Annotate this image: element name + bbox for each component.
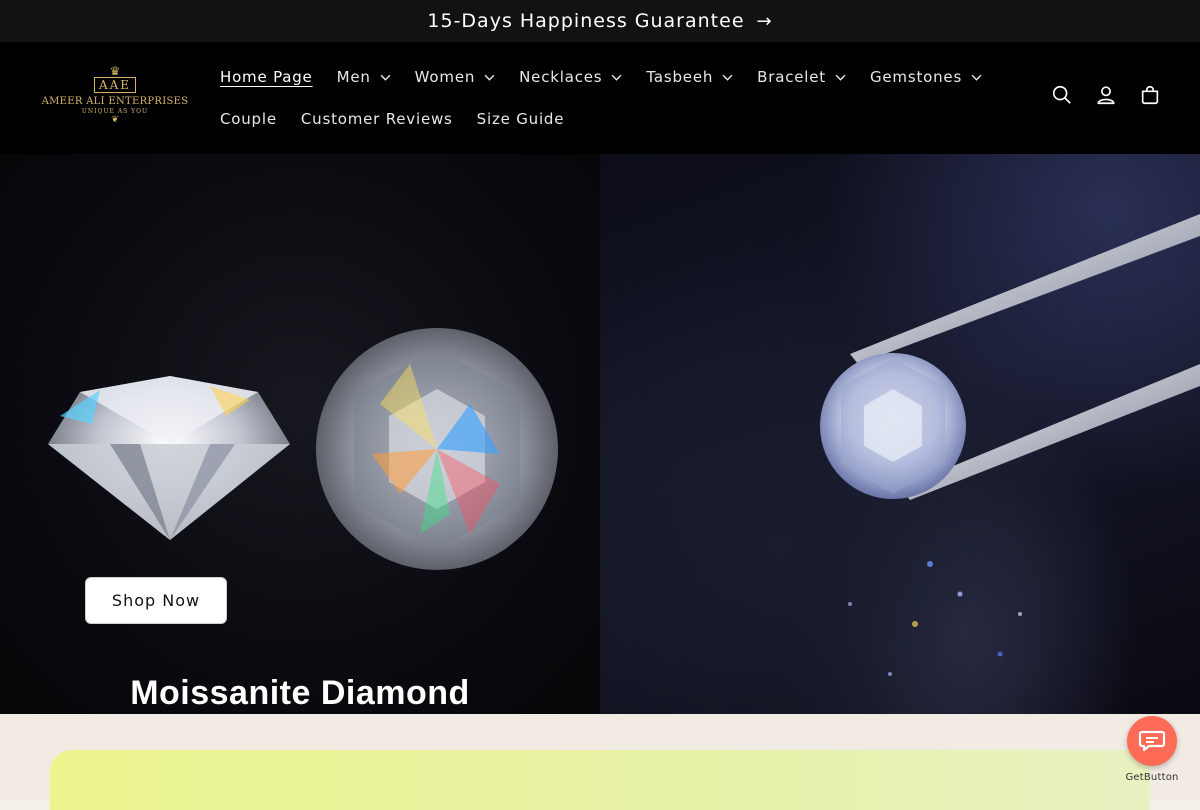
main-nav-row-2: Couple Customer Reviews Size Guide [208, 108, 576, 130]
search-button[interactable] [1050, 83, 1074, 107]
cart-icon [1141, 86, 1159, 105]
nav-label: Home Page [220, 68, 313, 86]
header-icons [1050, 83, 1162, 107]
chevron-down-icon [722, 74, 733, 81]
cart-button[interactable] [1138, 83, 1162, 107]
nav-item-customer-reviews[interactable]: Customer Reviews [289, 108, 465, 130]
site-logo[interactable]: ♛ AAE AMEER ALI ENTERPRISES UNIQUE AS YO… [42, 58, 189, 132]
account-icon [1097, 86, 1115, 105]
chat-button[interactable] [1127, 716, 1177, 766]
nav-label: Couple [220, 110, 277, 128]
nav-item-bracelet[interactable]: Bracelet [745, 66, 858, 88]
crown-icon: ♛ [109, 64, 121, 78]
logo-tagline: UNIQUE AS YOU [81, 108, 149, 115]
main-nav-row-1: Home Page Men Women Necklaces Tasbeeh Br… [208, 66, 994, 88]
shop-now-button[interactable]: Shop Now [85, 577, 227, 624]
getbutton-link[interactable]: GetButton [1112, 772, 1192, 783]
featured-section [0, 714, 1200, 810]
nav-label: Men [336, 68, 371, 86]
logo-monogram: AAE [93, 77, 137, 93]
tweezers-diamond-illustration [820, 214, 1200, 676]
ornament-icon: ❦ [111, 115, 119, 125]
hero-right-image [600, 154, 1200, 714]
logo-brand-name: AMEER ALI ENTERPRISES [41, 96, 189, 107]
nav-item-home-page[interactable]: Home Page [208, 66, 325, 88]
nav-item-men[interactable]: Men [325, 66, 403, 88]
hero-title: Moissanite Diamond [130, 674, 470, 712]
promo-card [50, 750, 1150, 810]
nav-label: Necklaces [519, 68, 603, 86]
nav-label: Bracelet [757, 68, 826, 86]
nav-item-gemstones[interactable]: Gemstones [858, 66, 994, 88]
nav-item-couple[interactable]: Couple [208, 108, 289, 130]
chevron-down-icon [380, 74, 391, 81]
announcement-bar[interactable]: 15-Days Happiness Guarantee → [0, 0, 1200, 42]
nav-label: Tasbeeh [646, 68, 714, 86]
chat-bubble-icon [1138, 730, 1166, 752]
nav-label: Women [414, 68, 476, 86]
account-button[interactable] [1094, 83, 1118, 107]
nav-label: Gemstones [869, 68, 963, 86]
hero-banner: Shop Now Moissanite Diamond [0, 154, 1200, 714]
site-header: ♛ AAE AMEER ALI ENTERPRISES UNIQUE AS YO… [0, 42, 1200, 154]
announcement-text: 15-Days Happiness Guarantee [427, 10, 745, 32]
search-icon [1052, 85, 1071, 104]
arrow-right-icon: → [756, 10, 773, 32]
nav-label: Customer Reviews [300, 110, 453, 128]
nav-label: Size Guide [476, 110, 565, 128]
nav-item-women[interactable]: Women [403, 66, 507, 88]
nav-item-tasbeeh[interactable]: Tasbeeh [634, 66, 745, 88]
nav-item-size-guide[interactable]: Size Guide [465, 108, 577, 130]
chevron-down-icon [611, 74, 622, 81]
chevron-down-icon [484, 74, 495, 81]
chevron-down-icon [835, 74, 846, 81]
nav-item-necklaces[interactable]: Necklaces [507, 66, 634, 88]
hero-left-image: Shop Now Moissanite Diamond [0, 154, 600, 714]
diamonds-illustration [48, 328, 558, 570]
chevron-down-icon [971, 74, 982, 81]
